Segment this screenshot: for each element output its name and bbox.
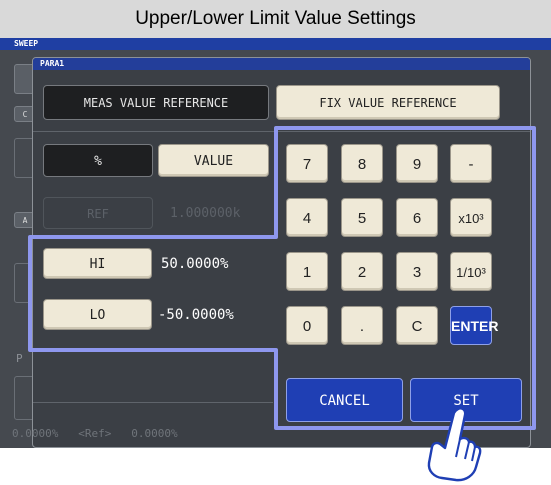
pointing-hand-icon	[427, 405, 482, 482]
